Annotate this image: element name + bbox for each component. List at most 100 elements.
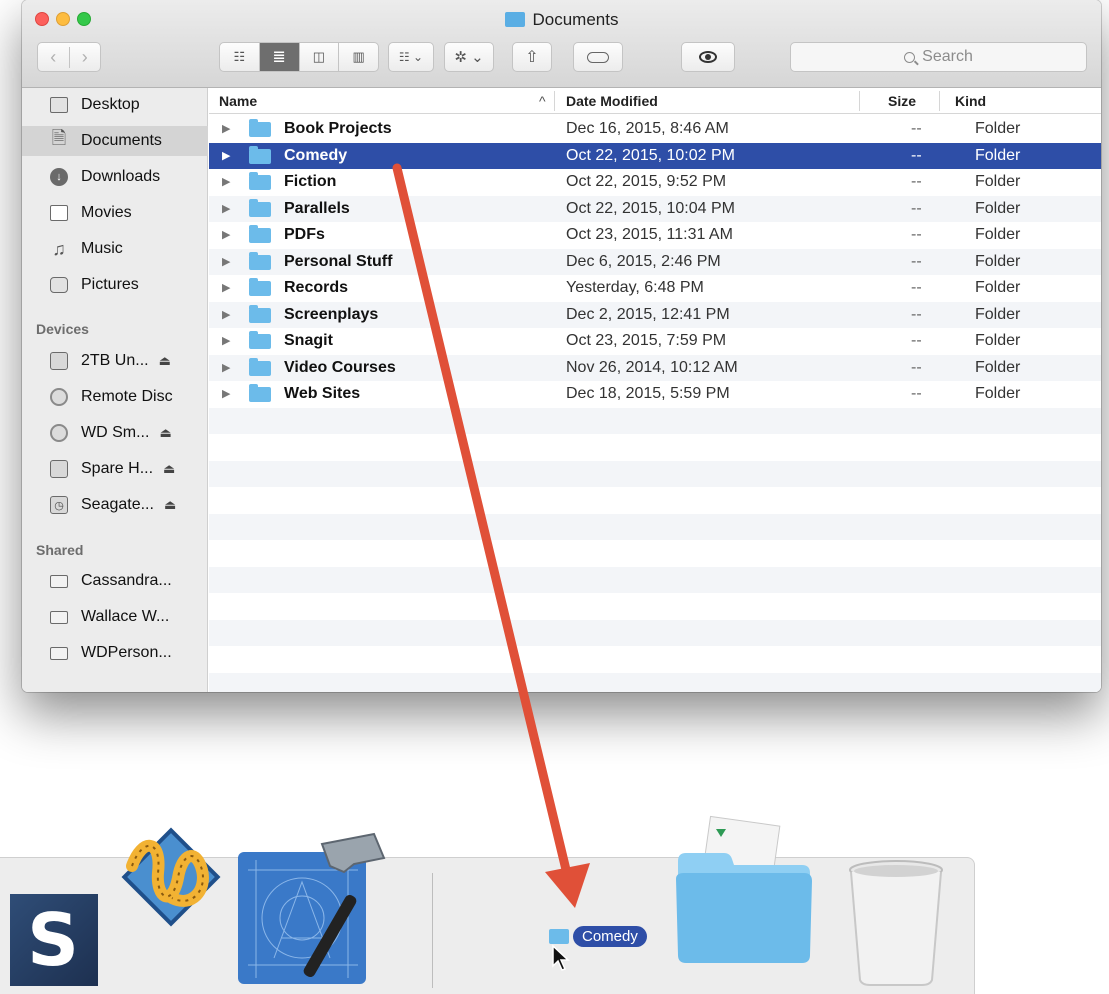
folder-icon: [249, 278, 271, 296]
forward-button[interactable]: ›: [68, 46, 101, 68]
title-bar[interactable]: Documents ‹ › ☷ ≣ ◫ ▥ ☷ ⌄ ✲ ⌄ ⇧ Search: [22, 0, 1101, 88]
action-button[interactable]: ✲ ⌄: [444, 42, 494, 72]
arrange-button[interactable]: ☷ ⌄: [388, 42, 434, 72]
back-button[interactable]: ‹: [38, 47, 69, 68]
disclosure-triangle-icon[interactable]: ▶: [222, 334, 230, 347]
file-kind: Folder: [975, 385, 1021, 402]
sidebar-item-device[interactable]: Remote Disc: [22, 382, 208, 412]
table-row[interactable]: ▶ Parallels Oct 22, 2015, 10:04 PM -- Folder: [209, 195, 1101, 222]
sidebar-item-device[interactable]: WD Sm... ⏏: [22, 418, 208, 448]
file-kind: Folder: [975, 199, 1021, 217]
disclosure-triangle-icon[interactable]: ▶: [222, 202, 230, 215]
sidebar-item-movies[interactable]: Movies: [22, 198, 208, 228]
column-name-header[interactable]: Name: [219, 93, 257, 109]
tags-button[interactable]: [573, 42, 623, 72]
table-row[interactable]: ▶ Records Yesterday, 6:48 PM -- Folder: [209, 275, 1101, 302]
documents-icon: 🗎: [51, 128, 67, 148]
sidebar-item-desktop[interactable]: Desktop: [22, 90, 208, 120]
sidebar-item-device[interactable]: ◷ Seagate... ⏏: [22, 490, 208, 520]
column-kind-header[interactable]: Kind: [955, 93, 986, 109]
column-date-header[interactable]: Date Modified: [566, 93, 658, 109]
sidebar-item-label: WD Sm...: [81, 424, 150, 441]
sidebar-item-shared[interactable]: Cassandra...: [22, 566, 208, 596]
file-date: Dec 16, 2015, 8:46 AM: [566, 120, 729, 137]
sidebar-item-shared[interactable]: Wallace W...: [22, 602, 208, 632]
folder-icon: [249, 304, 271, 323]
cover-flow-button[interactable]: ▥: [338, 43, 378, 71]
movies-icon: [50, 205, 68, 221]
file-kind: Folder: [975, 252, 1021, 270]
folder-icon: [249, 357, 271, 376]
disclosure-triangle-icon[interactable]: ▶: [222, 175, 230, 188]
disclosure-triangle-icon[interactable]: ▶: [222, 361, 230, 374]
documents-stack-icon[interactable]: [672, 815, 816, 965]
icon-view-icon: ☷: [233, 49, 246, 64]
column-header: Name ^ Date Modified Size Kind: [209, 88, 1101, 114]
folder-icon: [249, 198, 271, 217]
eject-icon[interactable]: ⏏: [159, 425, 171, 441]
table-row[interactable]: ▶ Screenplays Dec 2, 2015, 12:41 PM -- Folde…: [209, 301, 1101, 328]
cover-flow-icon: ▥: [352, 49, 365, 64]
sidebar-item-label: Remote Disc: [81, 388, 173, 405]
table-row[interactable]: ▶ Comedy Oct 22, 2015, 10:02 PM -- Folder: [209, 142, 1101, 169]
empty-row: [209, 540, 1101, 567]
file-date: Oct 22, 2015, 9:52 PM: [566, 173, 727, 190]
file-kind: Folder: [975, 120, 1021, 137]
file-date: Oct 22, 2015, 10:02 PM: [566, 146, 735, 164]
file-kind: Folder: [975, 173, 1021, 190]
xcode-icon[interactable]: [234, 830, 404, 990]
eject-icon[interactable]: ⏏: [159, 353, 171, 369]
disclosure-triangle-icon[interactable]: ▶: [222, 308, 230, 321]
sidebar-item-documents[interactable]: 🗎 Documents: [22, 126, 208, 156]
sidebar-item-label: Pictures: [81, 276, 139, 293]
trash-icon[interactable]: [846, 858, 946, 986]
folder-icon: [249, 119, 271, 137]
file-kind: Folder: [975, 226, 1021, 243]
list-view-button[interactable]: ≣: [258, 43, 299, 71]
snagit-icon[interactable]: S: [10, 894, 98, 986]
sidebar-item-shared[interactable]: WDPerson...: [22, 638, 208, 668]
disclosure-triangle-icon[interactable]: ▶: [222, 281, 230, 294]
sort-indicator: ^: [539, 93, 546, 109]
folder-icon: [549, 929, 569, 944]
table-row[interactable]: ▶ PDFs Oct 23, 2015, 11:31 AM -- Folder: [209, 222, 1101, 249]
search-field[interactable]: Search: [790, 42, 1087, 72]
empty-row: [209, 646, 1101, 673]
disclosure-triangle-icon[interactable]: ▶: [222, 122, 230, 135]
table-row[interactable]: ▶ Web Sites Dec 18, 2015, 5:59 PM -- Folder: [209, 381, 1101, 408]
gear-icon: ✲ ⌄: [454, 49, 484, 66]
disclosure-triangle-icon[interactable]: ▶: [222, 228, 230, 241]
sidebar-item-label: Desktop: [81, 96, 140, 113]
icon-view-button[interactable]: ☷: [220, 43, 259, 71]
table-row[interactable]: ▶ Video Courses Nov 26, 2014, 10:12 AM -- Fo…: [209, 354, 1101, 381]
empty-row: [209, 619, 1101, 646]
sidebar-item-pictures[interactable]: Pictures: [22, 270, 208, 300]
column-size-header[interactable]: Size: [888, 93, 916, 109]
list-view-icon: ≣: [272, 49, 286, 66]
table-row[interactable]: ▶ Book Projects Dec 16, 2015, 8:46 AM -- Fol…: [209, 116, 1101, 143]
file-kind: Folder: [975, 358, 1021, 376]
file-date: Yesterday, 6:48 PM: [566, 279, 704, 296]
disclosure-triangle-icon[interactable]: ▶: [222, 149, 230, 162]
sidebar-item-music[interactable]: ♫ Music: [22, 234, 208, 264]
table-row[interactable]: ▶ Fiction Oct 22, 2015, 9:52 PM -- Folder: [209, 169, 1101, 196]
eject-icon[interactable]: ⏏: [164, 497, 176, 513]
quick-look-button[interactable]: [681, 42, 735, 72]
disc-icon: [50, 424, 68, 442]
eject-icon[interactable]: ⏏: [163, 461, 175, 477]
sidebar-item-device[interactable]: 2TB Un... ⏏: [22, 346, 208, 376]
folder-icon: [249, 251, 271, 270]
sidebar-item-downloads[interactable]: ↓ Downloads: [22, 162, 208, 192]
table-row[interactable]: ▶ Personal Stuff Dec 6, 2015, 2:46 PM -- Fol…: [209, 248, 1101, 275]
share-button[interactable]: ⇧: [512, 42, 552, 72]
wow-icon[interactable]: [112, 818, 230, 936]
music-icon: ♫: [52, 238, 66, 259]
sidebar-item-device[interactable]: Spare H... ⏏: [22, 454, 208, 484]
disclosure-triangle-icon[interactable]: ▶: [222, 387, 230, 400]
table-row[interactable]: ▶ Snagit Oct 23, 2015, 7:59 PM -- Folder: [209, 328, 1101, 355]
empty-row: [209, 460, 1101, 487]
empty-row: [209, 434, 1101, 461]
column-view-button[interactable]: ◫: [298, 43, 339, 71]
disclosure-triangle-icon[interactable]: ▶: [222, 255, 230, 268]
file-size: --: [911, 385, 922, 402]
